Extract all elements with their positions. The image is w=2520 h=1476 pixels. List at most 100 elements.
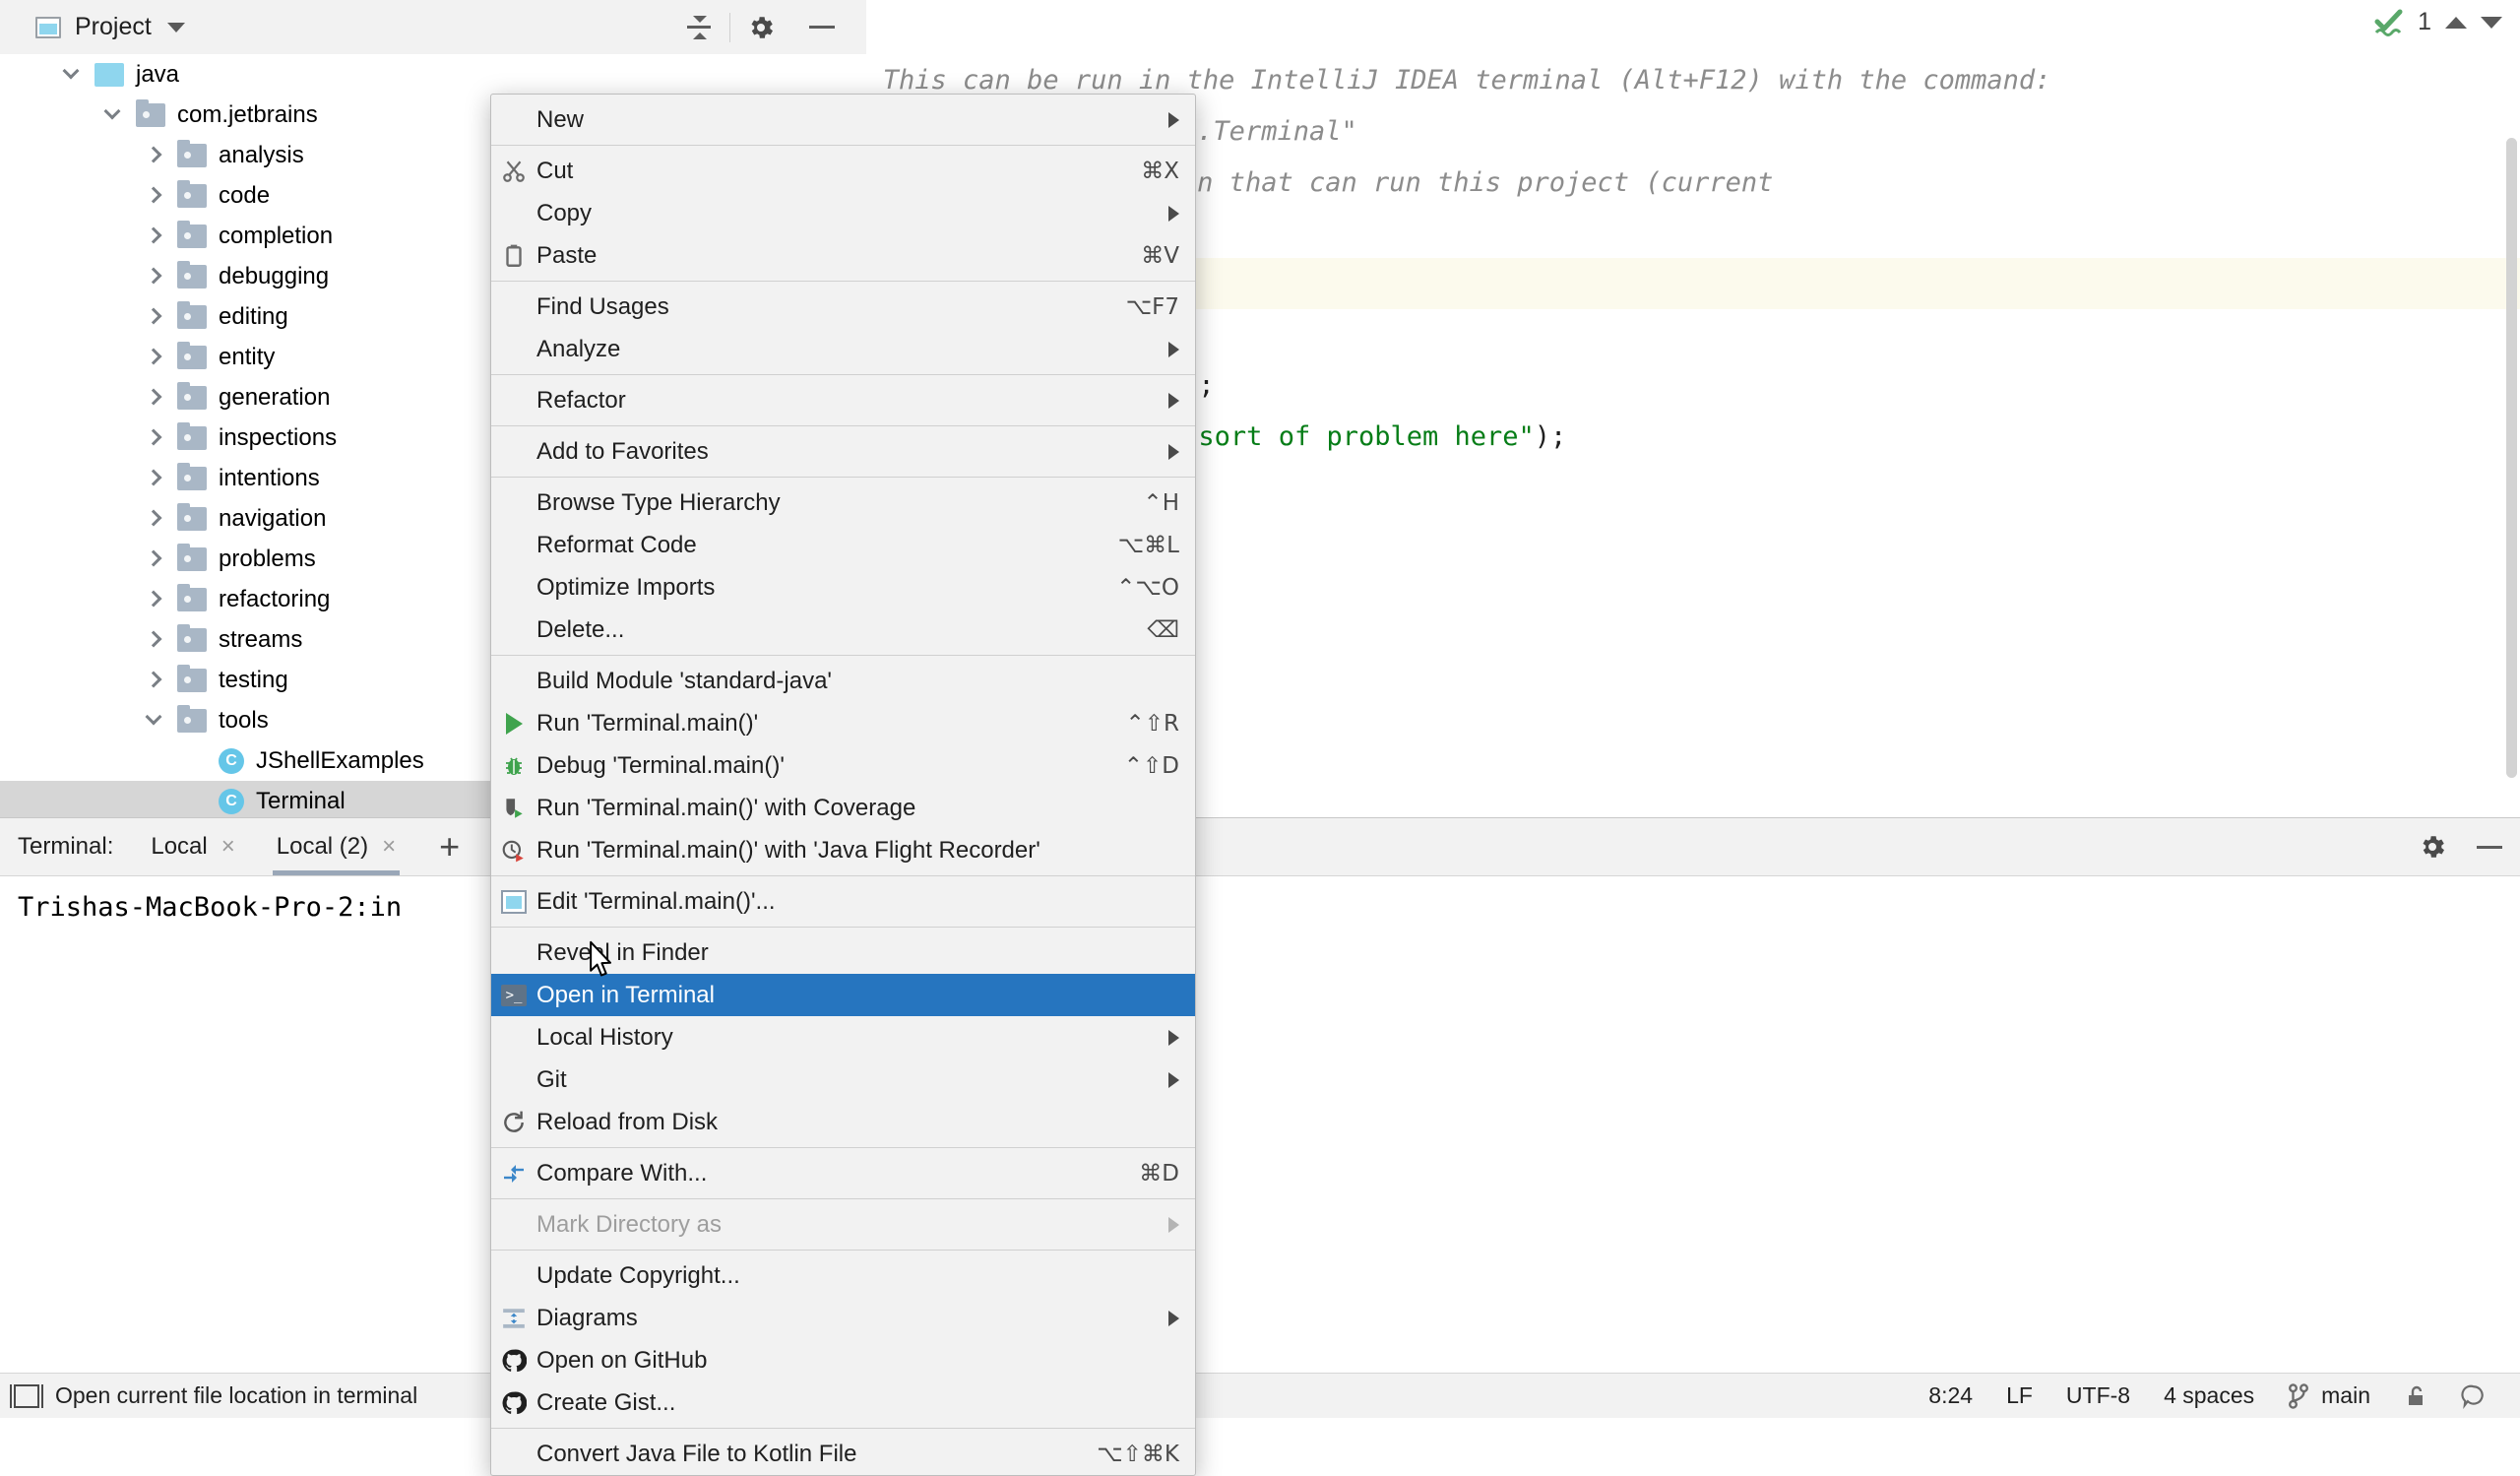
chevron-down-icon[interactable] — [100, 102, 126, 128]
chevron-right-icon[interactable] — [142, 425, 167, 451]
terminal-tab-label: Local (2) — [276, 833, 369, 860]
terminal-settings-button[interactable] — [2418, 832, 2447, 862]
menu-icon-placeholder — [491, 609, 536, 651]
context-menu[interactable]: New Cut ⌘X Copy Paste ⌘V Find Usages ⌥F7 Analyze… — [490, 94, 1196, 1476]
chevron-down-icon[interactable] — [166, 22, 185, 32]
menu-item-label: Cut — [536, 157, 574, 184]
chevron-right-icon[interactable] — [142, 668, 167, 693]
menu-item-new[interactable]: New — [491, 98, 1195, 141]
menu-item-open-in-terminal[interactable]: >_ Open in Terminal — [491, 974, 1195, 1016]
terminal-tab-label: Local — [151, 833, 208, 860]
chevron-right-icon[interactable] — [142, 385, 167, 411]
file-encoding[interactable]: UTF-8 — [2066, 1382, 2130, 1409]
hide-toolwindow-button[interactable] — [791, 0, 852, 54]
menu-item-run-terminal-main[interactable]: Run 'Terminal.main()' ⌃⇧R — [491, 702, 1195, 744]
menu-item-copy[interactable]: Copy — [491, 192, 1195, 234]
chevron-right-icon[interactable] — [142, 587, 167, 612]
chevron-down-icon[interactable] — [59, 62, 85, 88]
caret-position[interactable]: 8:24 — [1928, 1382, 1973, 1409]
menu-item-refactor[interactable]: Refactor — [491, 379, 1195, 421]
menu-item-cut[interactable]: Cut ⌘X — [491, 150, 1195, 192]
next-problem-icon[interactable] — [2481, 16, 2502, 29]
terminal-icon[interactable] — [10, 1383, 43, 1408]
menu-item-analyze[interactable]: Analyze — [491, 328, 1195, 370]
menu-item-find-usages[interactable]: Find Usages ⌥F7 — [491, 286, 1195, 328]
chevron-right-icon[interactable] — [142, 506, 167, 532]
chevron-right-icon[interactable] — [142, 183, 167, 209]
hide-terminal-icon[interactable] — [2477, 845, 2502, 849]
menu-item-local-history[interactable]: Local History — [491, 1016, 1195, 1059]
editor-scrollbar[interactable] — [2506, 138, 2517, 778]
toolwindow-actions — [668, 0, 866, 54]
branch-icon — [2289, 1382, 2309, 1409]
tree-node-label: Terminal — [256, 787, 346, 814]
menu-item-paste[interactable]: Paste ⌘V — [491, 234, 1195, 277]
menu-item-compare-with[interactable]: Compare With... ⌘D — [491, 1152, 1195, 1194]
folder-icon — [177, 260, 207, 289]
previous-problem-icon[interactable] — [2445, 16, 2467, 29]
menu-item-run-terminal-main-with-coverage[interactable]: Run 'Terminal.main()' with Coverage — [491, 787, 1195, 829]
menu-item-update-copyright[interactable]: Update Copyright... — [491, 1254, 1195, 1297]
terminal-tab-local[interactable]: Local × — [147, 818, 238, 875]
indent-setting[interactable]: 4 spaces — [2164, 1382, 2254, 1409]
terminal-tab-local-2[interactable]: Local (2) × — [272, 818, 401, 875]
menu-item-reload-from-disk[interactable]: Reload from Disk — [491, 1101, 1195, 1143]
menu-icon-placeholder — [491, 1016, 536, 1059]
run-icon — [491, 702, 536, 744]
menu-item-label: Copy — [536, 199, 593, 226]
submenu-arrow-icon — [1168, 1216, 1179, 1233]
folder-icon — [177, 139, 207, 167]
intellij-idea-window: 3 /* * This can be run in the IntelliJ I… — [0, 0, 2520, 1476]
lock-icon[interactable] — [2404, 1384, 2427, 1408]
tree-node-label: java — [136, 60, 180, 88]
menu-item-build-module-standard-java[interactable]: Build Module 'standard-java' — [491, 660, 1195, 702]
line-separator[interactable]: LF — [2006, 1382, 2033, 1409]
menu-icon-placeholder — [491, 931, 536, 974]
chevron-right-icon[interactable] — [142, 345, 167, 370]
new-terminal-tab-button[interactable]: + — [439, 829, 460, 865]
terminal-actions — [2418, 818, 2502, 875]
close-icon[interactable]: × — [382, 833, 396, 861]
menu-item-optimize-imports[interactable]: Optimize Imports ⌃⌥O — [491, 566, 1195, 609]
branch-widget[interactable]: main — [2288, 1382, 2370, 1409]
menu-item-add-to-favorites[interactable]: Add to Favorites — [491, 430, 1195, 473]
tree-node-java[interactable]: java — [0, 54, 866, 95]
chevron-right-icon[interactable] — [142, 466, 167, 491]
menu-item-delete[interactable]: Delete... ⌫ — [491, 609, 1195, 651]
submenu-arrow-icon — [1168, 1071, 1179, 1088]
menu-item-label: Reformat Code — [536, 531, 697, 558]
menu-separator — [491, 655, 1195, 656]
chevron-right-icon[interactable] — [142, 304, 167, 330]
menu-item-convert-java-file-to-kotlin-file[interactable]: Convert Java File to Kotlin File ⌥⇧⌘K — [491, 1433, 1195, 1475]
menu-item-open-on-github[interactable]: Open on GitHub — [491, 1339, 1195, 1381]
settings-button[interactable] — [730, 0, 791, 54]
chevron-right-icon[interactable] — [142, 224, 167, 249]
menu-item-debug-terminal-main[interactable]: Debug 'Terminal.main()' ⌃⇧D — [491, 744, 1195, 787]
menu-separator — [491, 374, 1195, 375]
menu-item-label: Paste — [536, 241, 598, 269]
menu-item-edit-terminal-main[interactable]: Edit 'Terminal.main()'... — [491, 880, 1195, 923]
menu-item-reformat-code[interactable]: Reformat Code ⌥⌘L — [491, 524, 1195, 566]
chevron-right-icon[interactable] — [142, 264, 167, 289]
folder-icon — [177, 462, 207, 490]
tree-node-label: refactoring — [219, 585, 331, 612]
menu-item-label: Open on GitHub — [536, 1346, 708, 1374]
menu-item-browse-type-hierarchy[interactable]: Browse Type Hierarchy ⌃H — [491, 481, 1195, 524]
notifications-icon[interactable] — [2461, 1383, 2487, 1409]
toolwindow-title: Project — [75, 13, 152, 40]
chevron-right-icon[interactable] — [142, 627, 167, 653]
tree-node-label: tools — [219, 706, 269, 734]
chevron-right-icon[interactable] — [142, 143, 167, 168]
chevron-down-icon[interactable] — [142, 708, 167, 734]
inspection-widget[interactable]: 1 — [2374, 8, 2502, 36]
close-icon[interactable]: × — [221, 833, 235, 861]
menu-item-shortcut: ⌘V — [1141, 242, 1179, 269]
chevron-right-icon[interactable] — [142, 546, 167, 572]
menu-item-run-terminal-main-with-java-flight-recorder[interactable]: Run 'Terminal.main()' with 'Java Flight … — [491, 829, 1195, 871]
menu-item-git[interactable]: Git — [491, 1059, 1195, 1101]
terminal-output[interactable]: Trishas-MacBook-Pro-2:in — [0, 876, 2520, 938]
terminal-icon: >_ — [491, 974, 536, 1016]
submenu-arrow-icon — [1168, 341, 1179, 357]
collapse-all-button[interactable] — [668, 0, 729, 54]
menu-item-diagrams[interactable]: Diagrams — [491, 1297, 1195, 1339]
